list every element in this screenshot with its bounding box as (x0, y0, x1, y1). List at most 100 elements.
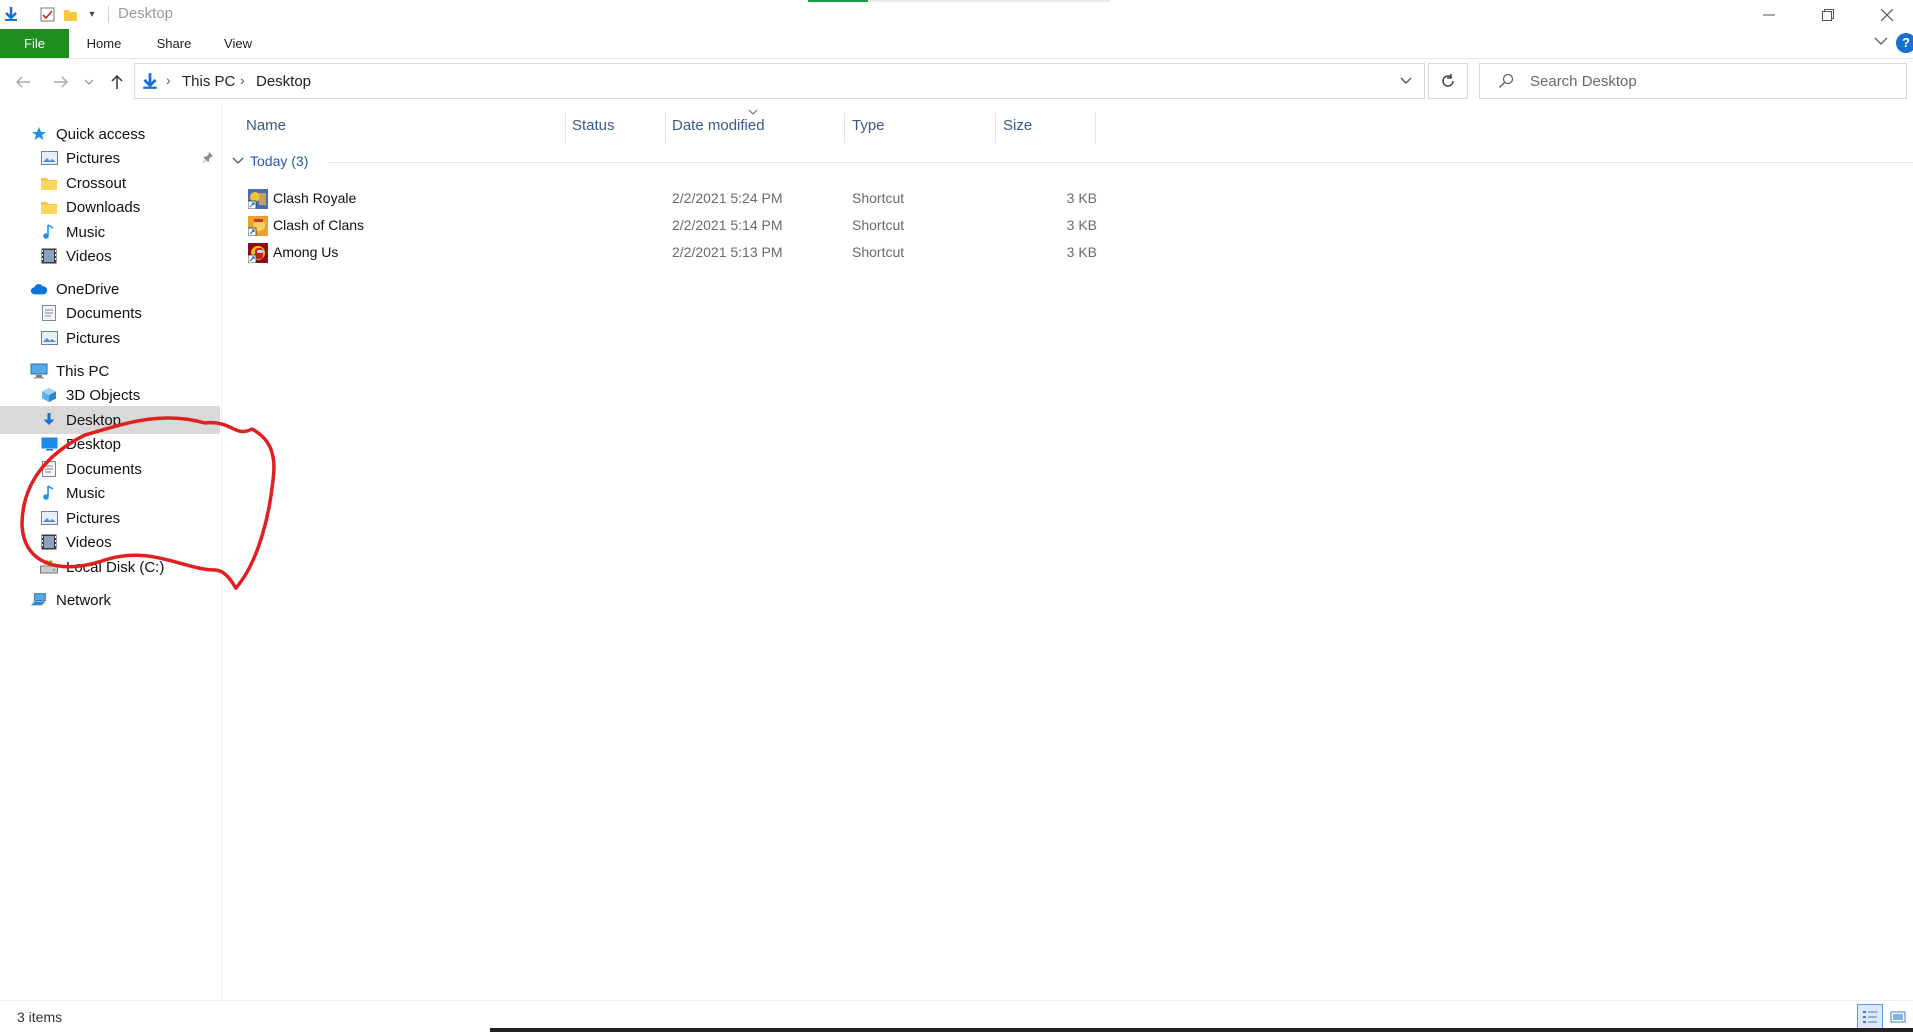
ribbon-tabs: File Home Share View ? (0, 29, 1913, 59)
sidebar-item-3d-objects[interactable]: 3D Objects (0, 381, 220, 409)
sidebar-item-label: Documents (66, 304, 142, 322)
group-label: Today (3) (250, 153, 309, 169)
breadcrumb-chevron-icon[interactable]: › (240, 72, 245, 88)
tab-view[interactable]: View (216, 29, 260, 58)
title-separator (108, 6, 109, 23)
item-count: 3 items (17, 1009, 63, 1025)
sidebar-item-label: Crossout (66, 174, 127, 192)
network-icon (30, 591, 48, 609)
sidebar-item-videos[interactable]: Videos (0, 528, 220, 556)
back-button[interactable] (12, 71, 34, 93)
collapse-chevron-icon (232, 157, 244, 164)
file-row-clash-royale[interactable]: Clash Royale 2/2/2021 5:24 PM Shortcut 3 KB (222, 185, 1097, 212)
column-header-size[interactable]: Size (1003, 117, 1032, 134)
sidebar-item-downloads[interactable]: Downloads (0, 193, 220, 221)
file-row-clash-of-clans[interactable]: Clash of Clans 2/2/2021 5:14 PM Shortcut 3 … (222, 212, 1097, 239)
sidebar-item-label: Pictures (66, 329, 121, 347)
pin-icon[interactable] (202, 150, 214, 167)
search-box[interactable] (1479, 63, 1907, 99)
breadcrumb-desktop[interactable]: Desktop (256, 73, 311, 90)
file-date-modified: 2/2/2021 5:14 PM (672, 217, 783, 233)
refresh-button[interactable] (1428, 63, 1468, 99)
folder-icon (40, 198, 58, 216)
up-button[interactable] (106, 71, 128, 93)
sidebar-item-label: Desktop (66, 411, 122, 429)
column-divider[interactable] (665, 113, 666, 143)
sidebar-item-desktop[interactable]: Desktop (0, 430, 220, 458)
address-dropdown-icon[interactable] (1400, 72, 1412, 88)
window-title: Desktop (118, 5, 174, 22)
help-icon[interactable]: ? (1896, 33, 1913, 53)
download-arrow-icon[interactable] (2, 5, 20, 23)
customize-toolbar-icon[interactable]: ▾ (83, 5, 101, 23)
large-icons-view-icon (1890, 1011, 1906, 1023)
search-input[interactable] (1528, 72, 1892, 91)
forward-button[interactable] (50, 71, 72, 93)
refresh-icon (1442, 74, 1454, 87)
new-folder-icon[interactable] (61, 5, 79, 23)
sidebar-item-videos[interactable]: Videos (0, 242, 220, 270)
properties-icon[interactable] (38, 5, 56, 23)
sidebar-item-label: Local Disk (C:) (66, 558, 165, 576)
column-divider[interactable] (1095, 113, 1096, 143)
navigation-pane: Quick access Pictures Crossout Downloads Mus… (0, 120, 222, 1000)
file-name: Among Us (273, 244, 339, 260)
large-icons-view-button[interactable] (1885, 1004, 1911, 1030)
computer-icon (30, 362, 48, 380)
sidebar-item-pictures[interactable]: Pictures (0, 324, 220, 352)
restore-button[interactable] (1799, 0, 1857, 29)
file-size: 3 KB (1066, 217, 1097, 233)
drive-icon (40, 558, 58, 576)
breadcrumb-chevron-icon[interactable]: › (166, 72, 171, 88)
file-type: Shortcut (852, 217, 905, 233)
column-divider[interactable] (565, 113, 566, 143)
expand-ribbon-icon[interactable] (1874, 33, 1888, 49)
sidebar-item-label: Documents (66, 460, 142, 478)
tab-file[interactable]: File (0, 29, 69, 58)
file-date-modified: 2/2/2021 5:13 PM (672, 244, 783, 260)
minimize-button[interactable] (1740, 0, 1798, 29)
star-icon (30, 125, 48, 143)
column-header-type[interactable]: Type (852, 117, 885, 134)
sidebar-item-label: Desktop (66, 435, 122, 453)
search-icon (1498, 73, 1514, 94)
desktop-icon (40, 435, 58, 453)
group-divider (328, 162, 1913, 163)
shortcut-icon (247, 189, 268, 210)
shortcut-icon (247, 243, 268, 264)
title-bar: ▾ Desktop (0, 0, 1913, 29)
sidebar-item-label: OneDrive (56, 280, 120, 298)
shortcut-icon (247, 216, 268, 237)
sidebar-item-local-disk-c[interactable]: Local Disk (C:) (0, 553, 220, 581)
file-row-among-us[interactable]: Among Us 2/2/2021 5:13 PM Shortcut 3 KB (222, 239, 1097, 266)
group-header-today[interactable]: Today (3) (232, 153, 308, 169)
file-type: Shortcut (852, 244, 905, 260)
breadcrumb-this-pc[interactable]: This PC (182, 73, 235, 90)
videos-icon (40, 533, 58, 551)
address-bar[interactable]: › This PC › Desktop (134, 63, 1425, 99)
sidebar-item-pictures[interactable]: Pictures (0, 144, 220, 172)
sidebar-item-label: Videos (66, 533, 112, 551)
file-size: 3 KB (1066, 244, 1097, 260)
column-header-name[interactable]: Name (246, 117, 286, 134)
download-arrow-icon (40, 411, 58, 429)
sidebar-item-documents[interactable]: Documents (0, 299, 220, 327)
pictures-icon (40, 329, 58, 347)
close-button[interactable] (1858, 0, 1913, 29)
sidebar-item-label: Music (66, 223, 106, 241)
column-divider[interactable] (844, 113, 845, 143)
sidebar-item-label: Pictures (66, 509, 121, 527)
videos-icon (40, 247, 58, 265)
sidebar-item-label: 3D Objects (66, 386, 141, 404)
tab-share[interactable]: Share (150, 29, 198, 58)
recent-locations-button[interactable] (82, 71, 96, 93)
details-view-button[interactable] (1857, 1004, 1883, 1030)
sidebar-item-music[interactable]: Music (0, 479, 220, 507)
tab-home[interactable]: Home (80, 29, 128, 58)
cloud-icon (30, 280, 48, 298)
sidebar-item-network[interactable]: Network (0, 586, 220, 614)
column-header-status[interactable]: Status (572, 117, 615, 134)
column-header-date-modified[interactable]: Date modified (672, 117, 765, 134)
column-divider[interactable] (995, 113, 996, 143)
file-type: Shortcut (852, 190, 905, 206)
